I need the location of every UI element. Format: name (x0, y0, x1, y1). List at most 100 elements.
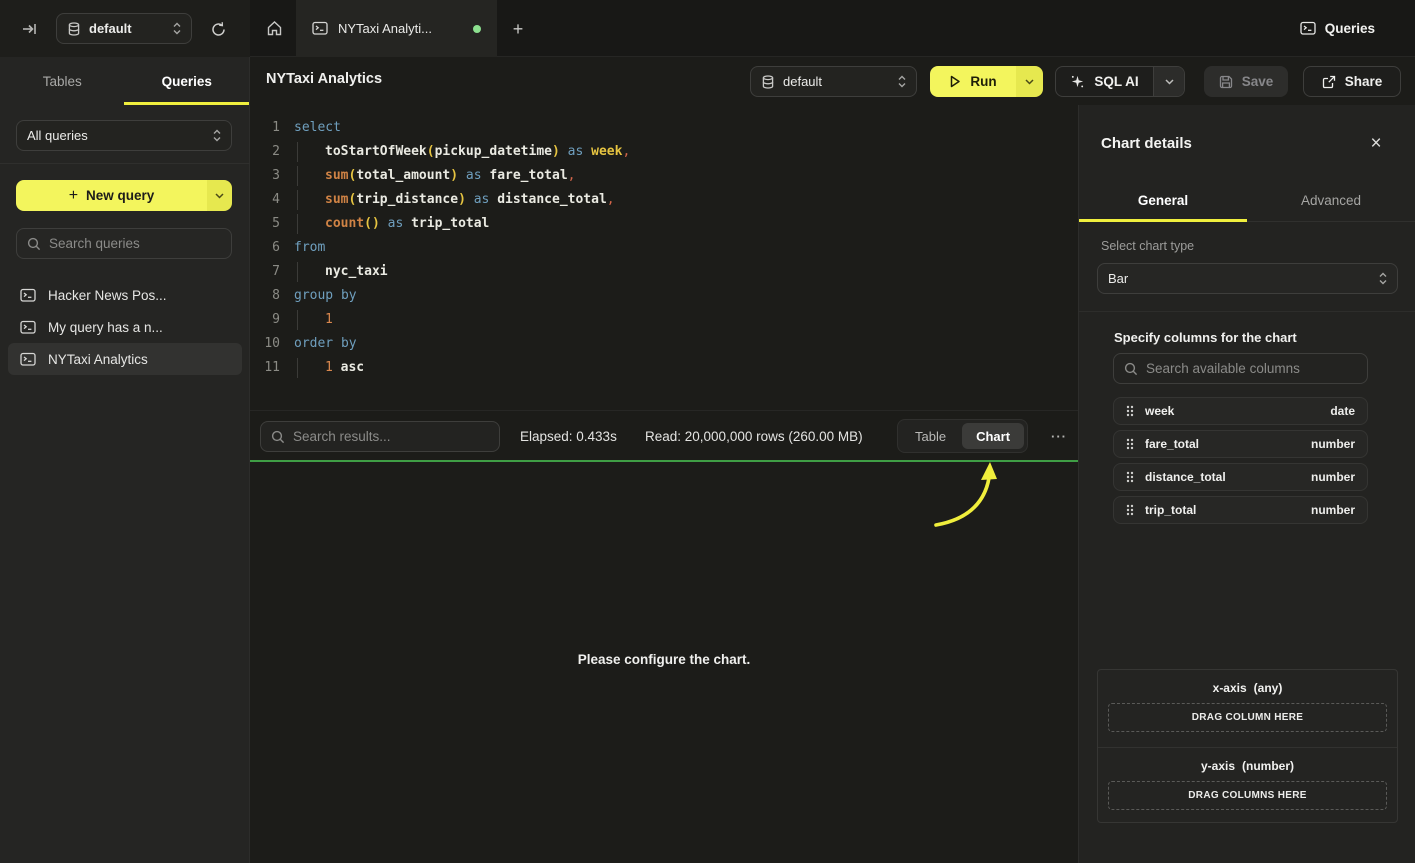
new-query-main[interactable]: + New query (16, 180, 207, 211)
query-filter-select[interactable]: All queries (16, 120, 232, 151)
run-dropdown-button[interactable] (1016, 66, 1043, 97)
share-icon (1322, 75, 1336, 89)
sql-ai-dropdown-button[interactable] (1153, 67, 1184, 96)
refresh-icon[interactable] (207, 18, 229, 40)
search-icon (27, 237, 41, 251)
editor-line[interactable]: 3 sum(total_amount) as fare_total, (250, 164, 1078, 188)
search-icon (1124, 362, 1138, 376)
search-columns-input[interactable] (1146, 361, 1357, 376)
line-code: nyc_taxi (294, 260, 388, 284)
database-selector[interactable]: default (56, 13, 192, 44)
line-code: toStartOfWeek(pickup_datetime) as week, (294, 140, 630, 164)
save-button[interactable]: Save (1204, 66, 1288, 97)
column-row[interactable]: fare_totalnumber (1113, 430, 1368, 458)
x-axis-title: x-axis(any) (1098, 681, 1397, 695)
toolbar-database-value: default (783, 74, 890, 89)
x-axis-drop-zone[interactable]: DRAG COLUMN HERE (1108, 703, 1387, 732)
line-code: 1 (294, 308, 333, 332)
editor-line[interactable]: 5 count() as trip_total (250, 212, 1078, 236)
columns-heading: Specify columns for the chart (1114, 330, 1297, 345)
collapse-sidebar-icon[interactable] (20, 20, 38, 38)
y-axis-drop-zone[interactable]: DRAG COLUMNS HERE (1108, 781, 1387, 810)
chart-type-select[interactable]: Bar (1097, 263, 1398, 294)
column-name: distance_total (1145, 470, 1300, 484)
editor-line[interactable]: 1 select (250, 116, 1078, 140)
drag-handle-icon (1126, 405, 1134, 417)
new-query-label: New query (86, 188, 154, 203)
query-filter-value: All queries (27, 128, 205, 143)
y-axis-label: y-axis (1201, 759, 1235, 773)
editor-line[interactable]: 6 from (250, 236, 1078, 260)
tab-general[interactable]: General (1079, 180, 1247, 221)
search-results-input[interactable] (293, 429, 489, 444)
sql-editor[interactable]: 1 select 2 toStartOfWeek(pickup_datetime… (250, 105, 1078, 410)
results-more-menu[interactable]: ··· (1047, 425, 1071, 447)
sql-ai-main[interactable]: SQL AI (1056, 67, 1153, 96)
new-query-button[interactable]: + New query (16, 180, 232, 211)
query-terminal-icon (20, 352, 36, 367)
sql-ai-label: SQL AI (1094, 74, 1138, 89)
chart-placeholder-text: Please configure the chart. (250, 652, 1078, 667)
column-name: fare_total (1145, 437, 1300, 451)
editor-line[interactable]: 7 nyc_taxi (250, 260, 1078, 284)
chevron-updown-icon (173, 22, 181, 35)
saved-query-label: Hacker News Pos... (48, 288, 167, 303)
new-tab-button[interactable]: + (505, 16, 531, 42)
saved-query-label: My query has a n... (48, 320, 163, 335)
queries-shortcut-label: Queries (1325, 21, 1375, 36)
line-number: 5 (250, 212, 280, 236)
editor-line[interactable]: 10 order by (250, 332, 1078, 356)
elapsed-stat: Elapsed: 0.433s (520, 411, 617, 461)
chevron-down-icon (1025, 79, 1034, 85)
tab-tables[interactable]: Tables (0, 57, 125, 105)
column-row[interactable]: weekdate (1113, 397, 1368, 425)
new-query-dropdown-button[interactable] (207, 180, 232, 211)
chart-area: Please configure the chart. (250, 462, 1078, 863)
run-button[interactable]: Run (930, 66, 1043, 97)
saved-query-item[interactable]: My query has a n... (8, 311, 242, 343)
share-button[interactable]: Share (1303, 66, 1401, 97)
column-row[interactable]: distance_totalnumber (1113, 463, 1368, 491)
column-row[interactable]: trip_totalnumber (1113, 496, 1368, 524)
database-icon (761, 75, 775, 89)
editor-line[interactable]: 8 group by (250, 284, 1078, 308)
chevron-updown-icon (1379, 272, 1387, 285)
editor-line[interactable]: 4 sum(trip_distance) as distance_total, (250, 188, 1078, 212)
run-button-main[interactable]: Run (930, 66, 1016, 97)
saved-query-item[interactable]: NYTaxi Analytics (8, 343, 242, 375)
x-axis-label: x-axis (1213, 681, 1247, 695)
saved-query-item[interactable]: Hacker News Pos... (8, 279, 242, 311)
editor-line[interactable]: 11 1 asc (250, 356, 1078, 380)
home-tab-button[interactable] (252, 0, 296, 57)
panel-tab-underline (1079, 219, 1247, 222)
editor-line[interactable]: 9 1 (250, 308, 1078, 332)
view-toggle: Table Chart (897, 419, 1028, 453)
queries-shortcut[interactable]: Queries (1300, 0, 1375, 57)
editor-line[interactable]: 2 toStartOfWeek(pickup_datetime) as week… (250, 140, 1078, 164)
tab-nytaxi-analytics[interactable]: NYTaxi Analyti... (296, 0, 497, 57)
view-toggle-chart[interactable]: Chart (962, 423, 1024, 449)
tab-advanced[interactable]: Advanced (1247, 180, 1415, 221)
line-number: 10 (250, 332, 280, 356)
toolbar-database-selector[interactable]: default (750, 66, 917, 97)
y-axis-section: y-axis(number) DRAG COLUMNS HERE (1098, 747, 1397, 824)
line-number: 1 (250, 116, 280, 140)
tab-queries[interactable]: Queries (125, 57, 250, 105)
line-code: group by (294, 284, 357, 308)
play-icon (949, 75, 961, 88)
search-queries-input[interactable] (49, 236, 221, 251)
sql-ai-button[interactable]: SQL AI (1055, 66, 1185, 97)
view-toggle-table[interactable]: Table (901, 423, 960, 449)
home-icon (266, 20, 283, 37)
column-type: number (1311, 503, 1355, 517)
panel-divider (1079, 311, 1415, 312)
close-icon[interactable]: × (1365, 133, 1387, 155)
column-name: week (1145, 404, 1319, 418)
line-number: 6 (250, 236, 280, 260)
query-toolbar: NYTaxi Analytics default Run SQL AI (250, 57, 1415, 105)
chevron-updown-icon (898, 75, 906, 88)
line-number: 4 (250, 188, 280, 212)
search-results-box (260, 421, 500, 452)
annotation-arrow-icon (918, 454, 1028, 534)
database-selector-value: default (89, 21, 165, 36)
